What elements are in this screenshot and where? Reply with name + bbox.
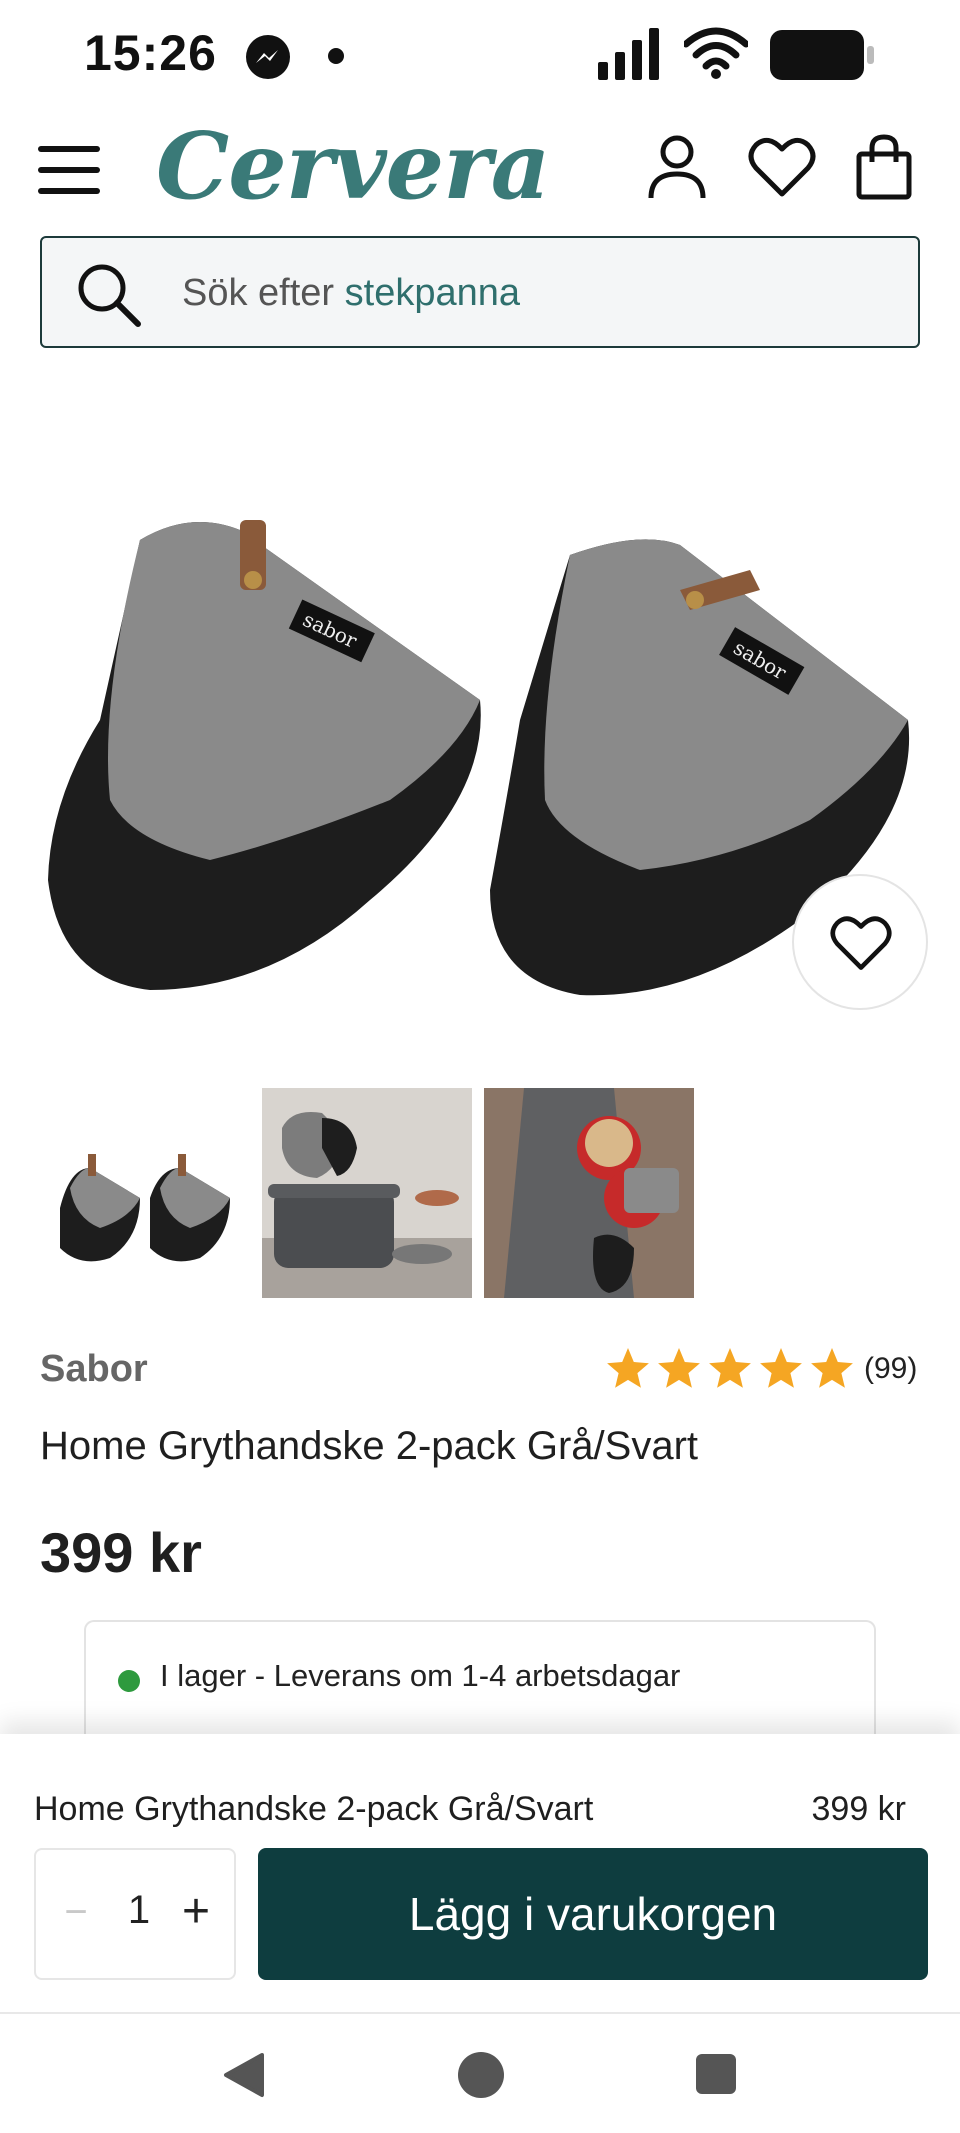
thumbnail-1[interactable] [40, 1088, 250, 1298]
search-input[interactable]: Sök efter stekpanna [40, 236, 920, 348]
site-logo[interactable]: Cervera [156, 112, 550, 220]
quantity-increase-button[interactable]: + [174, 1884, 218, 1940]
rating-star-icon [760, 1348, 802, 1388]
quantity-stepper: − 1 + [34, 1848, 236, 1980]
buy-bar-price: 399 kr [811, 1790, 907, 1828]
search-placeholder: Sök efter stekpanna [182, 272, 520, 315]
menu-icon[interactable] [38, 142, 102, 198]
wishlist-icon[interactable] [748, 136, 816, 198]
rating-star-icon [607, 1348, 649, 1388]
home-icon[interactable] [458, 2052, 504, 2098]
account-icon[interactable] [646, 134, 708, 200]
add-to-wishlist-button[interactable] [792, 874, 928, 1010]
thumbnail-3[interactable] [484, 1088, 694, 1298]
recent-apps-icon[interactable] [696, 2054, 736, 2094]
messenger-icon [246, 35, 290, 79]
product-image[interactable]: sabor sabor [40, 500, 920, 1020]
buy-bar-title: Home Grythandske 2-pack Grå/Svart [34, 1790, 594, 1828]
product-brand[interactable]: Sabor [40, 1348, 148, 1391]
rating-star-icon [811, 1348, 853, 1388]
rating-star-icon [709, 1348, 751, 1388]
heart-outline-icon [830, 916, 892, 970]
battery-icon [770, 30, 874, 80]
add-to-cart-button[interactable]: Lägg i varukorgen [258, 1848, 928, 1980]
thumbnail-2[interactable] [262, 1088, 472, 1298]
wifi-icon [684, 27, 748, 79]
product-title: Home Grythandske 2-pack Grå/Svart [40, 1424, 699, 1468]
rating-count: (99) [864, 1352, 918, 1385]
sticky-buy-bar: Home Grythandske 2-pack Grå/Svart 399 kr… [0, 1734, 960, 2012]
quantity-value[interactable]: 1 [114, 1888, 164, 1933]
stock-status-text: I lager - Leverans om 1-4 arbetsdagar [160, 1658, 681, 1693]
notification-dot-icon [328, 48, 344, 64]
rating-star-icon [658, 1348, 700, 1388]
signal-icon [598, 28, 659, 80]
in-stock-dot-icon [118, 1670, 140, 1692]
back-icon[interactable] [222, 2052, 264, 2098]
system-nav-bar [0, 2014, 960, 2133]
product-price: 399 kr [40, 1521, 202, 1584]
cart-icon[interactable] [856, 134, 912, 200]
rating-stars [607, 1348, 853, 1388]
left-oven-mitt: sabor [48, 520, 481, 990]
site-header: Cervera [0, 112, 960, 230]
search-icon [78, 264, 141, 327]
search-placeholder-suggestion: stekpanna [344, 272, 521, 314]
search-placeholder-prefix: Sök efter [182, 272, 345, 314]
status-bar: 15:26 [0, 0, 960, 112]
status-time: 15:26 [84, 25, 217, 81]
quantity-decrease-button[interactable]: − [58, 1890, 94, 1940]
